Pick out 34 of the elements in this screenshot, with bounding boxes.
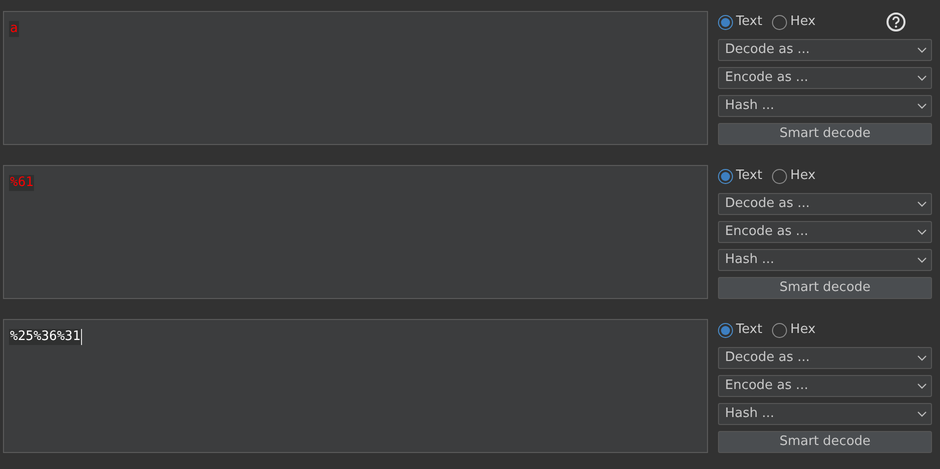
dropdown[interactable]: Hash ... — [718, 95, 932, 117]
radio-option[interactable]: Hex — [772, 320, 816, 340]
chevron-down-icon — [917, 411, 927, 417]
dropdown[interactable]: Decode as ... — [718, 347, 932, 369]
chevron-down-icon — [917, 355, 927, 361]
text-editor[interactable]: %61 — [3, 165, 708, 299]
chevron-down-icon — [917, 47, 927, 53]
text-editor[interactable]: %25%36%31 — [3, 319, 708, 453]
text-editor[interactable]: a — [3, 11, 708, 145]
radio-option[interactable]: Text — [718, 320, 762, 340]
chevron-down-icon — [917, 75, 927, 81]
dropdown[interactable]: Encode as ... — [718, 375, 932, 397]
editor-text: %61 — [9, 175, 34, 191]
chevron-down-icon — [917, 229, 927, 235]
radio-option[interactable]: Hex — [772, 166, 816, 186]
editor-text: a — [9, 21, 19, 37]
chevron-down-icon — [917, 257, 927, 263]
chevron-down-icon — [917, 383, 927, 389]
dropdown[interactable]: Hash ... — [718, 403, 932, 425]
radio-option[interactable]: Hex — [772, 12, 816, 32]
smart-decode-button[interactable]: Smart decode — [718, 123, 932, 145]
smart-decode-button[interactable]: Smart decode — [718, 431, 932, 453]
radio-option[interactable]: Text — [718, 166, 762, 186]
dropdown[interactable]: Decode as ... — [718, 193, 932, 215]
dropdown[interactable]: Encode as ... — [718, 67, 932, 89]
smart-decode-button[interactable]: Smart decode — [718, 277, 932, 299]
chevron-down-icon — [917, 201, 927, 207]
help-icon[interactable] — [886, 12, 906, 32]
dropdown[interactable]: Decode as ... — [718, 39, 932, 61]
radio-option[interactable]: Text — [718, 12, 762, 32]
chevron-down-icon — [917, 103, 927, 109]
editor-text: %25%36%31 — [9, 329, 82, 345]
dropdown[interactable]: Hash ... — [718, 249, 932, 271]
dropdown[interactable]: Encode as ... — [718, 221, 932, 243]
